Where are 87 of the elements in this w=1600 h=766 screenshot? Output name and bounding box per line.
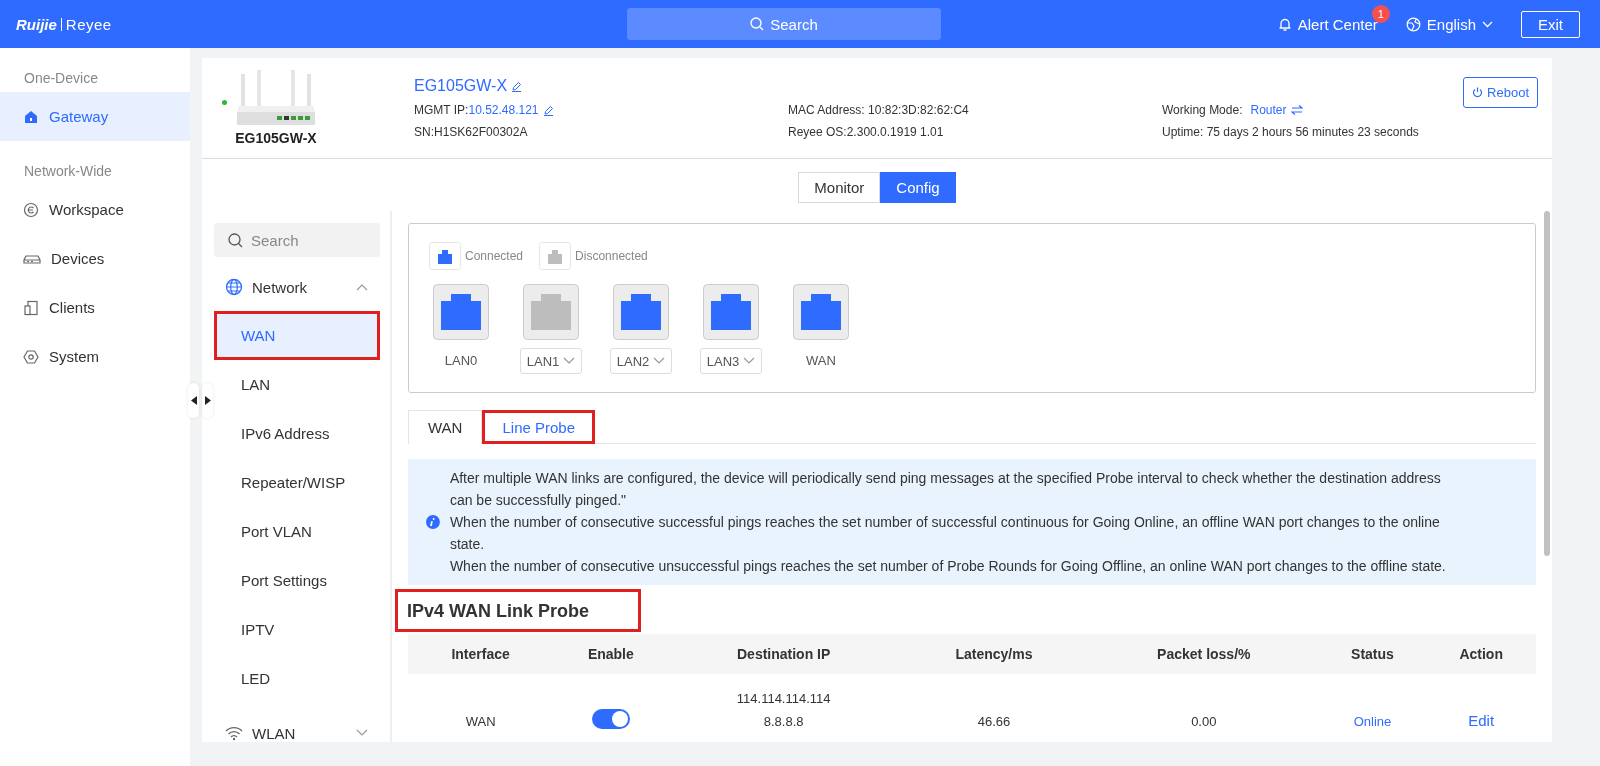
sidebar-item[interactable]: System	[0, 332, 190, 381]
column-header: Destination IP	[668, 634, 899, 674]
reboot-button[interactable]: Reboot	[1463, 77, 1538, 108]
collapse-button[interactable]	[188, 383, 199, 418]
enable-toggle[interactable]	[591, 709, 630, 729]
search-icon	[228, 232, 243, 248]
os-version: Reyee OS:2.300.0.1919 1.01	[788, 125, 945, 139]
menu-group[interactable]: WLAN	[214, 709, 380, 742]
column-header: Packet loss/%	[1089, 634, 1319, 674]
menu-item[interactable]: WAN	[214, 311, 380, 360]
status-text: Online	[1353, 714, 1392, 729]
port-dropdown[interactable]: LAN2	[609, 348, 673, 374]
section-title: IPv4 WAN Link Probe	[395, 589, 642, 632]
chevron-up-icon	[356, 283, 368, 291]
port-label: WAN	[806, 351, 836, 370]
table-cell: WAN	[408, 674, 554, 729]
menu-item[interactable]: Port Settings	[214, 556, 380, 605]
brand-logo: Ruijie	[16, 15, 57, 33]
pencil-icon	[511, 80, 523, 92]
menu-group[interactable]: Network	[214, 263, 380, 311]
port-label: LAN0	[444, 351, 478, 370]
tab[interactable]: Line Probe	[482, 410, 595, 444]
chevron-down-icon	[743, 357, 756, 365]
chevron-down-icon	[653, 357, 666, 365]
table-cell: 114.114.114.114	[736, 691, 831, 706]
section-heading: One-Device	[23, 70, 99, 88]
chevron-down-icon	[563, 357, 576, 365]
pencil-icon	[542, 104, 554, 116]
bell-icon	[1277, 16, 1292, 32]
column-header: Interface	[408, 634, 554, 674]
hexagon-icon	[23, 348, 39, 365]
section-heading: Network-Wide	[23, 163, 113, 181]
edit-link[interactable]: Edit	[1468, 712, 1495, 729]
column-header: Latency/ms	[898, 634, 1090, 674]
legend-label: Connected	[465, 249, 524, 263]
device-name: EG105GW-X	[414, 77, 508, 95]
menu-item[interactable]: Repeater/WISP	[214, 458, 380, 507]
notification-count: 1	[1371, 4, 1390, 23]
menu-item[interactable]: IPv6 Address	[214, 409, 380, 458]
expand-button[interactable]	[202, 383, 213, 418]
view-tab[interactable]: Monitor	[798, 172, 881, 203]
menu-item[interactable]: LED	[214, 654, 380, 703]
phone-icon	[23, 299, 39, 316]
serial-number: SN:H1SK62F00302A	[414, 125, 529, 139]
mgmt-ip-label: MGMT IP:	[414, 103, 469, 117]
menu-item[interactable]: IPTV	[214, 605, 380, 654]
chevron-down-icon	[356, 729, 368, 737]
menu-item[interactable]: LAN	[214, 360, 380, 409]
working-mode-label: Working Mode:	[1162, 103, 1243, 117]
device-model: EG105GW-X	[235, 130, 317, 146]
language-selector[interactable]: English	[1399, 14, 1499, 34]
legend-label: Disconnected	[575, 249, 648, 263]
notice-text: After multiple WAN links are configured, the device will periodically send ping messages at the specified Probe interval to check whether the destination address can be successfully pinged." When the number of consecutive successful pings reaches the set number of successful continuous for Going Online, an offline WAN port changes to the online state. When the number of consecutive unsuccessful pings reaches the set number of Probe Rounds for Going Offline, an online WAN port changes to the offline state.	[449, 469, 1447, 576]
info-icon	[426, 514, 440, 530]
exit-button[interactable]: Exit	[1521, 10, 1580, 38]
column-header: Enable	[553, 634, 669, 674]
globe-icon	[225, 278, 243, 296]
swap-icon	[1290, 105, 1303, 115]
uptime: Uptime: 75 days 2 hours 56 minutes 23 seconds	[1162, 125, 1420, 139]
power-icon	[1472, 87, 1484, 98]
view-tab[interactable]: Config	[880, 172, 956, 203]
table-cell: 0.00	[1089, 674, 1319, 729]
port-dropdown[interactable]: LAN3	[699, 348, 763, 374]
tab[interactable]: WAN	[408, 410, 483, 444]
triangle-right-icon	[204, 396, 211, 405]
column-header: Status	[1318, 634, 1427, 674]
sidebar-item[interactable]: Workspace	[0, 185, 190, 234]
menu-item[interactable]: Port VLAN	[214, 507, 380, 556]
home-icon	[23, 108, 39, 125]
globe-icon	[1405, 16, 1421, 32]
wifi-icon	[225, 725, 243, 741]
working-mode-link[interactable]: Router	[1250, 103, 1287, 117]
column-header: Action	[1426, 634, 1536, 674]
mgmt-ip-link[interactable]: 10.52.48.121	[468, 103, 539, 117]
table-cell: 46.66	[898, 674, 1090, 729]
scrollbar[interactable]	[1544, 211, 1550, 556]
sidebar-item[interactable]: Clients	[0, 283, 190, 332]
mac-address: MAC Address: 10:82:3D:82:62:C4	[788, 103, 970, 117]
table-cell: 8.8.8.8	[763, 714, 804, 729]
search-icon	[750, 17, 765, 31]
sidebar-item[interactable]: Devices	[0, 234, 190, 283]
chevron-down-icon	[1482, 20, 1493, 28]
product-logo: Reyee	[65, 15, 112, 33]
port-dropdown[interactable]: LAN1	[519, 348, 583, 374]
sidebar-item[interactable]: Gateway	[0, 92, 190, 141]
triangle-left-icon	[190, 396, 197, 405]
copyright-icon	[23, 201, 39, 218]
